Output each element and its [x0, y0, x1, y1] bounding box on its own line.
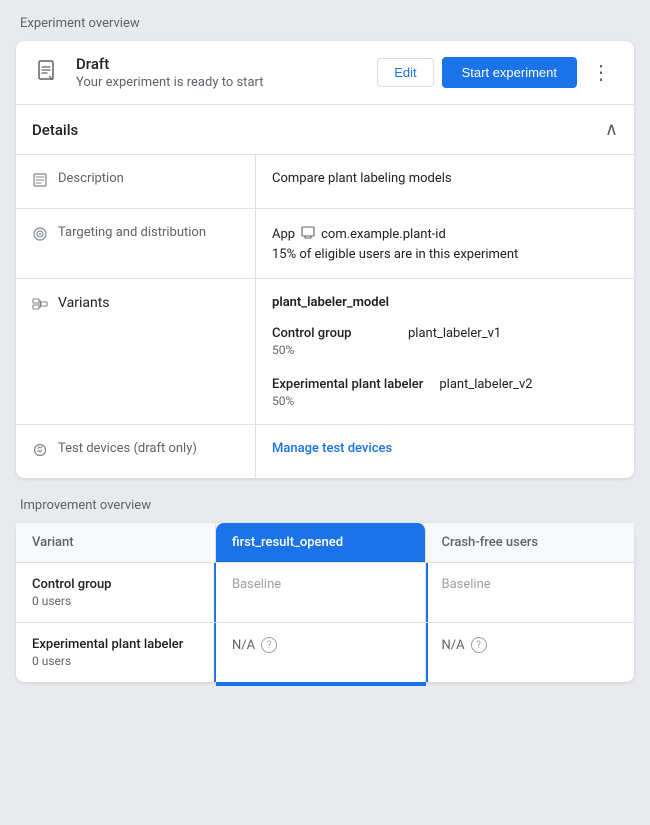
distribution-text: 15% of eligible users are in this experi…: [272, 247, 618, 262]
experimental-name: Experimental plant labeler: [272, 377, 423, 392]
manage-test-devices-link[interactable]: Manage test devices: [272, 441, 392, 456]
targeting-row: Targeting and distribution App com.examp…: [16, 209, 634, 279]
experimental-improvement-users: 0 users: [32, 654, 199, 668]
improvement-header-row: Variant first_result_opened Crash-free u…: [16, 523, 634, 563]
variants-row: Variants plant_labeler_model Control gro…: [16, 279, 634, 425]
experiment-overview-title: Experiment overview: [16, 16, 634, 31]
experimental-improvement-name: Experimental plant labeler: [32, 637, 199, 652]
experimental-crash-value: N/A: [442, 638, 465, 653]
help-icon-crash[interactable]: ?: [471, 637, 487, 653]
draft-icon: [32, 57, 64, 89]
control-group-variant-cell: Control group 0 users: [16, 563, 216, 622]
targeting-icon: [32, 226, 48, 246]
variants-label-text: Variants: [58, 295, 110, 311]
details-title: Details: [32, 121, 78, 139]
improvement-card: Variant first_result_opened Crash-free u…: [16, 523, 634, 682]
app-icon: [301, 225, 315, 243]
variants-value: plant_labeler_model Control group 50% pl…: [256, 279, 634, 424]
targeting-label-text: Targeting and distribution: [58, 225, 206, 240]
app-line: App com.example.plant-id: [272, 225, 618, 243]
first-result-column-header: first_result_opened: [216, 523, 426, 562]
edit-button[interactable]: Edit: [377, 58, 433, 87]
more-options-button[interactable]: ⋮: [585, 59, 618, 87]
draft-header: Draft Your experiment is ready to start …: [16, 41, 634, 105]
start-experiment-button[interactable]: Start experiment: [442, 57, 577, 88]
test-devices-label: Test devices (draft only): [16, 425, 256, 478]
variants-label: Variants: [16, 279, 256, 424]
app-label: App: [272, 227, 295, 242]
control-group-first-result-value: Baseline: [232, 577, 281, 592]
variant-column-header: Variant: [16, 523, 216, 562]
control-group-crash-value: Baseline: [442, 577, 491, 592]
experimental-first-result-cell: N/A ?: [216, 623, 426, 682]
test-devices-value: Manage test devices: [256, 425, 634, 478]
help-icon-first-result[interactable]: ?: [261, 637, 277, 653]
experimental-percent: 50%: [272, 394, 423, 408]
draft-actions: Edit Start experiment ⋮: [377, 57, 618, 88]
page-container: Experiment overview Draft Your experimen…: [0, 0, 650, 698]
details-header: Details ∧: [16, 105, 634, 155]
description-label: Description: [16, 155, 256, 208]
control-group-name: Control group: [272, 326, 392, 341]
app-value: com.example.plant-id: [321, 227, 446, 242]
experiment-card: Draft Your experiment is ready to start …: [16, 41, 634, 478]
variants-icon: [32, 296, 48, 316]
test-devices-label-text: Test devices (draft only): [58, 441, 197, 456]
control-group-percent: 50%: [272, 343, 392, 357]
collapse-button[interactable]: ∧: [605, 119, 618, 140]
test-devices-icon: [32, 442, 48, 462]
targeting-value: App com.example.plant-id 15% of eligible…: [256, 209, 634, 278]
description-icon: [32, 172, 48, 192]
draft-title: Draft: [76, 55, 377, 73]
experimental-first-result-na: N/A ?: [232, 637, 409, 653]
control-group-improvement-name: Control group: [32, 577, 199, 592]
experimental-first-result-value: N/A: [232, 638, 255, 653]
improvement-overview-title: Improvement overview: [16, 498, 634, 513]
control-group-crash-cell: Baseline: [426, 563, 635, 622]
experimental-improvement-row: Experimental plant labeler 0 users N/A ?…: [16, 623, 634, 682]
draft-text: Draft Your experiment is ready to start: [76, 55, 377, 90]
variant-experimental: Experimental plant labeler 50% plant_lab…: [272, 377, 618, 408]
variants-header-label: plant_labeler_model: [272, 295, 618, 310]
experimental-crash-na: N/A ?: [442, 637, 619, 653]
draft-subtitle: Your experiment is ready to start: [76, 75, 377, 90]
crash-free-column-header: Crash-free users: [426, 523, 635, 562]
description-row: Description Compare plant labeling model…: [16, 155, 634, 209]
description-label-text: Description: [58, 171, 124, 186]
targeting-label: Targeting and distribution: [16, 209, 256, 278]
test-devices-row: Test devices (draft only) Manage test de…: [16, 425, 634, 478]
experimental-value: plant_labeler_v2: [439, 377, 532, 392]
description-value: Compare plant labeling models: [256, 155, 634, 208]
experimental-variant-cell: Experimental plant labeler 0 users: [16, 623, 216, 682]
control-group-improvement-row: Control group 0 users Baseline Baseline: [16, 563, 634, 623]
variant-control-group: Control group 50% plant_labeler_v1: [272, 326, 618, 357]
experimental-crash-cell: N/A ?: [426, 623, 635, 682]
control-group-first-result-cell: Baseline: [216, 563, 426, 622]
control-group-improvement-users: 0 users: [32, 594, 199, 608]
control-group-value: plant_labeler_v1: [408, 326, 501, 341]
